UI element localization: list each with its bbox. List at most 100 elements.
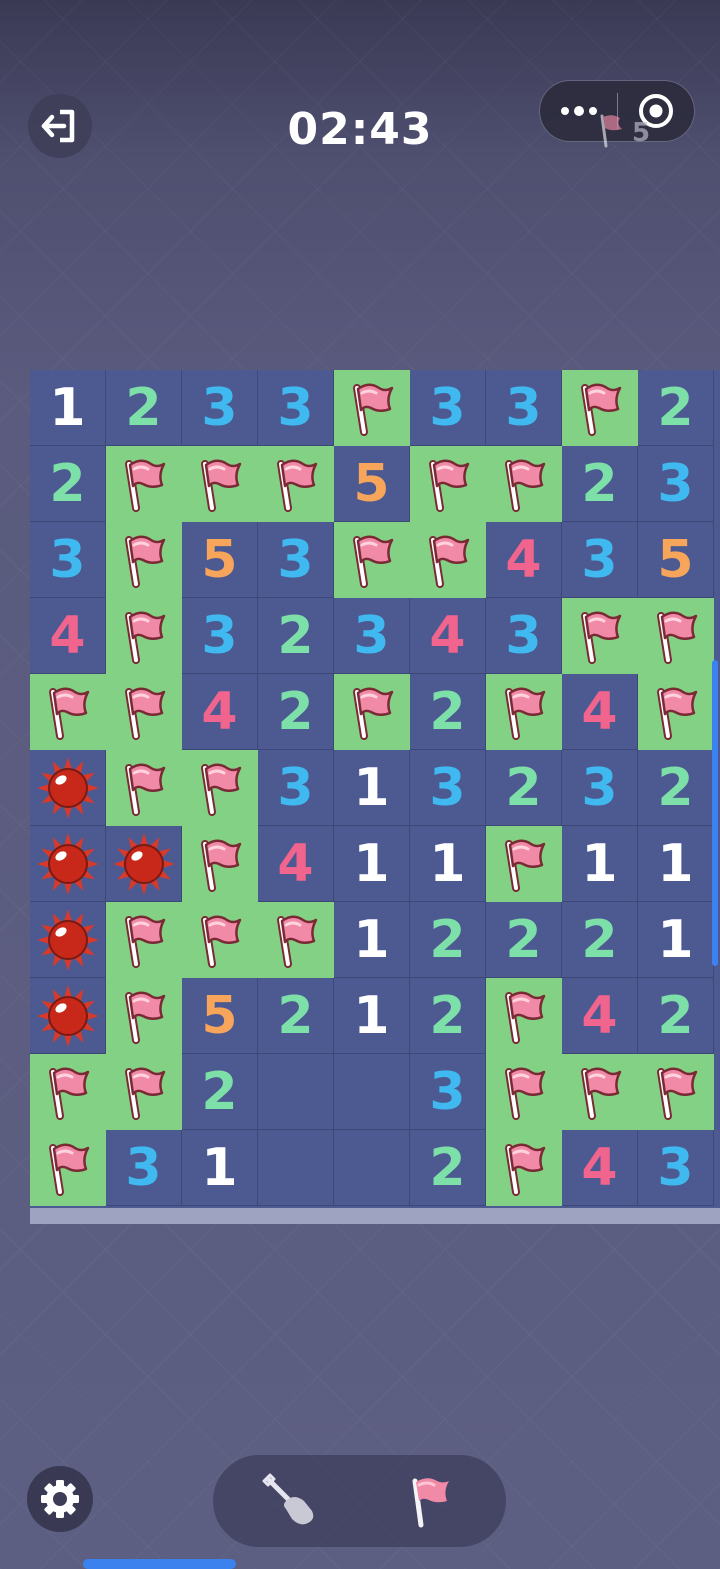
empty-cell[interactable] — [334, 1054, 410, 1130]
flagged-cell[interactable] — [486, 1130, 562, 1206]
number-cell[interactable]: 3 — [562, 522, 638, 598]
number-cell[interactable]: 5 — [182, 978, 258, 1054]
number-cell[interactable]: 3 — [258, 370, 334, 446]
number-cell[interactable]: 4 — [562, 1130, 638, 1206]
number-cell[interactable]: 3 — [486, 598, 562, 674]
empty-cell[interactable] — [258, 1130, 334, 1206]
number-cell[interactable]: 3 — [182, 370, 258, 446]
number-cell[interactable]: 4 — [486, 522, 562, 598]
flagged-cell[interactable] — [106, 522, 182, 598]
number-cell[interactable]: 2 — [30, 446, 106, 522]
flagged-cell[interactable] — [30, 1130, 106, 1206]
number-cell[interactable]: 4 — [562, 674, 638, 750]
flagged-cell[interactable] — [334, 522, 410, 598]
number-cell[interactable]: 2 — [258, 598, 334, 674]
mine-cell[interactable] — [30, 750, 106, 826]
number-cell[interactable]: 2 — [638, 370, 714, 446]
number-cell[interactable]: 2 — [410, 1130, 486, 1206]
mine-cell[interactable] — [106, 826, 182, 902]
number-cell[interactable]: 1 — [638, 826, 714, 902]
number-cell[interactable]: 1 — [334, 978, 410, 1054]
number-cell[interactable]: 1 — [638, 902, 714, 978]
number-cell[interactable]: 1 — [334, 902, 410, 978]
number-cell[interactable]: 5 — [334, 446, 410, 522]
flagged-cell[interactable] — [486, 1054, 562, 1130]
number-cell[interactable]: 1 — [334, 826, 410, 902]
flagged-cell[interactable] — [106, 674, 182, 750]
number-cell[interactable]: 3 — [410, 750, 486, 826]
flagged-cell[interactable] — [106, 902, 182, 978]
number-cell[interactable]: 4 — [30, 598, 106, 674]
flagged-cell[interactable] — [30, 674, 106, 750]
number-cell[interactable]: 4 — [410, 598, 486, 674]
settings-button[interactable] — [27, 1466, 93, 1532]
flagged-cell[interactable] — [106, 1054, 182, 1130]
number-cell[interactable]: 1 — [334, 750, 410, 826]
number-cell[interactable]: 2 — [486, 902, 562, 978]
flagged-cell[interactable] — [486, 446, 562, 522]
number-cell[interactable]: 2 — [182, 1054, 258, 1130]
number-cell[interactable]: 2 — [486, 750, 562, 826]
flagged-cell[interactable] — [258, 902, 334, 978]
flagged-cell[interactable] — [30, 1054, 106, 1130]
flagged-cell[interactable] — [182, 446, 258, 522]
flagged-cell[interactable] — [334, 370, 410, 446]
number-cell[interactable]: 5 — [182, 522, 258, 598]
number-cell[interactable]: 2 — [638, 978, 714, 1054]
number-cell[interactable]: 3 — [638, 446, 714, 522]
flagged-cell[interactable] — [486, 674, 562, 750]
number-cell[interactable]: 3 — [106, 1130, 182, 1206]
flagged-cell[interactable] — [182, 826, 258, 902]
mine-cell[interactable] — [30, 978, 106, 1054]
number-cell[interactable]: 1 — [562, 826, 638, 902]
number-cell[interactable]: 3 — [30, 522, 106, 598]
flagged-cell[interactable] — [410, 522, 486, 598]
flagged-cell[interactable] — [106, 750, 182, 826]
number-cell[interactable]: 1 — [410, 826, 486, 902]
number-cell[interactable]: 2 — [258, 674, 334, 750]
number-cell[interactable]: 3 — [258, 750, 334, 826]
number-cell[interactable]: 3 — [638, 1130, 714, 1206]
number-cell[interactable]: 4 — [258, 826, 334, 902]
flagged-cell[interactable] — [486, 978, 562, 1054]
number-cell[interactable]: 1 — [30, 370, 106, 446]
flagged-cell[interactable] — [410, 446, 486, 522]
number-cell[interactable]: 2 — [638, 750, 714, 826]
empty-cell[interactable] — [334, 1130, 410, 1206]
flagged-cell[interactable] — [638, 674, 714, 750]
flagged-cell[interactable] — [182, 902, 258, 978]
flagged-cell[interactable] — [258, 446, 334, 522]
mine-cell[interactable] — [30, 902, 106, 978]
number-cell[interactable]: 2 — [562, 902, 638, 978]
number-cell[interactable]: 2 — [410, 674, 486, 750]
number-cell[interactable]: 2 — [410, 902, 486, 978]
number-cell[interactable]: 2 — [258, 978, 334, 1054]
empty-cell[interactable] — [258, 1054, 334, 1130]
flagged-cell[interactable] — [562, 370, 638, 446]
number-cell[interactable]: 3 — [562, 750, 638, 826]
flagged-cell[interactable] — [334, 674, 410, 750]
dig-mode-button[interactable] — [217, 1455, 363, 1547]
number-cell[interactable]: 2 — [410, 978, 486, 1054]
flagged-cell[interactable] — [562, 598, 638, 674]
mine-cell[interactable] — [30, 826, 106, 902]
flagged-cell[interactable] — [182, 750, 258, 826]
scroll-indicator[interactable] — [712, 660, 718, 966]
number-cell[interactable]: 2 — [106, 370, 182, 446]
number-cell[interactable]: 4 — [182, 674, 258, 750]
number-cell[interactable]: 3 — [486, 370, 562, 446]
number-cell[interactable]: 3 — [258, 522, 334, 598]
number-cell[interactable]: 1 — [182, 1130, 258, 1206]
flagged-cell[interactable] — [106, 978, 182, 1054]
number-cell[interactable]: 3 — [410, 1054, 486, 1130]
number-cell[interactable]: 3 — [334, 598, 410, 674]
number-cell[interactable]: 2 — [562, 446, 638, 522]
flagged-cell[interactable] — [638, 598, 714, 674]
flag-mode-button[interactable] — [356, 1455, 502, 1547]
flagged-cell[interactable] — [638, 1054, 714, 1130]
number-cell[interactable]: 5 — [638, 522, 714, 598]
flagged-cell[interactable] — [106, 446, 182, 522]
number-cell[interactable]: 3 — [182, 598, 258, 674]
flagged-cell[interactable] — [106, 598, 182, 674]
flagged-cell[interactable] — [562, 1054, 638, 1130]
